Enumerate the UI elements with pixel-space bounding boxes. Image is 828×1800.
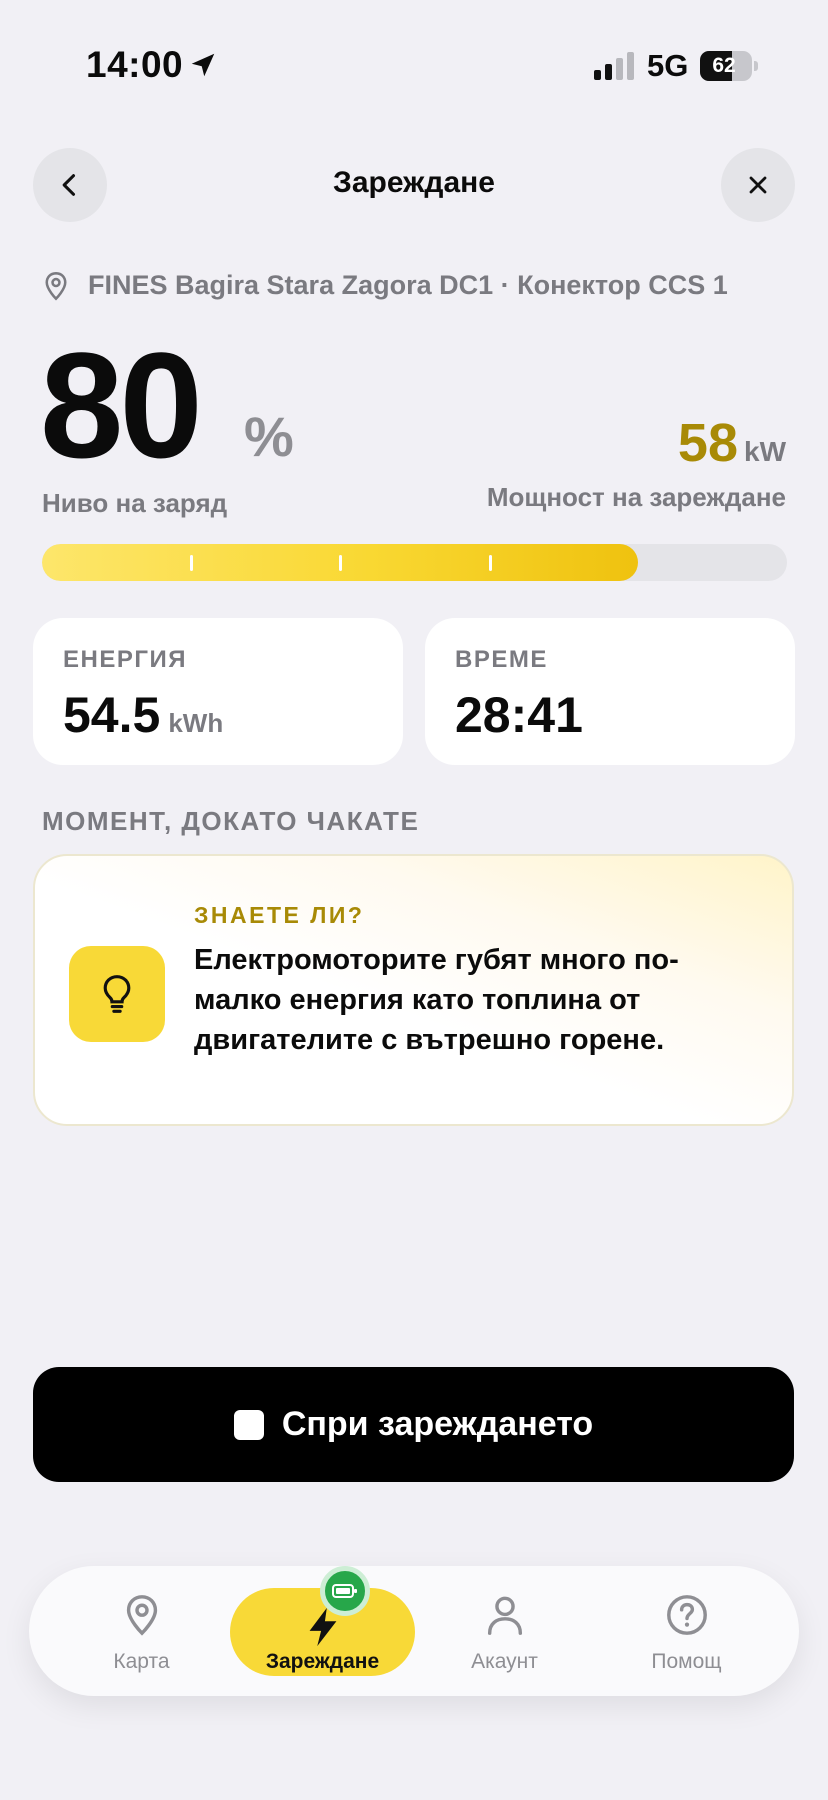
time-label: ВРЕМЕ [455,646,548,673]
tab-help-label: Помощ [651,1650,722,1673]
status-bar: 14:00 5G 62 [0,0,828,130]
energy-label: ЕНЕРГИЯ [63,646,187,673]
section-title: МОМЕНТ, ДОКАТО ЧАКАТЕ [42,806,420,836]
close-icon [749,176,767,194]
tip-card: ЗНАЕТЕ ЛИ? Електромоторите губят много п… [33,854,794,1126]
power-unit: kW [744,436,786,467]
tab-bar: Карта Зареждане Акаунт Помощ [29,1566,799,1696]
energy-card: ЕНЕРГИЯ 54.5 kWh [33,618,403,765]
charge-level-unit: % [244,405,294,468]
power-label: Мощност на зареждане [486,482,786,512]
tab-charging-label: Зареждане [265,1650,380,1673]
progress-tick [339,555,342,571]
time-card: ВРЕМЕ 28:41 [425,618,795,765]
charge-level-value: 80 [40,321,203,489]
tip-kicker: ЗНАЕТЕ ЛИ? [194,902,365,928]
energy-value: 54.5 [63,687,161,743]
lightbulb-icon [69,946,165,1042]
battery-icon: 62 [700,51,758,81]
energy-unit: kWh [168,708,224,738]
person-icon [487,1596,522,1635]
page-title: Зареждане [333,166,495,199]
tab-account-label: Акаунт [471,1650,538,1673]
progress-tick [190,555,193,571]
signal-icon [594,52,634,80]
close-button[interactable] [721,148,795,222]
map-pin-icon [45,271,67,300]
charge-progress-bar [42,544,787,581]
map-pin-icon [126,1595,157,1636]
tab-map[interactable]: Карта [49,1566,234,1696]
status-time: 14:00 [86,44,184,85]
charge-level-label: Ниво на заряд [42,488,228,518]
station-location: FINES Bagira Stara Zagora DC1 · Конектор… [42,270,728,301]
tab-account[interactable]: Акаунт [412,1566,597,1696]
stop-charging-label: Спри зареждането [281,1405,594,1443]
charging-power: 58 kW [678,412,786,474]
battery-percent: 62 [712,54,736,77]
power-value: 58 [677,413,738,473]
location-arrow-icon [191,53,215,77]
help-icon [666,1595,707,1635]
stop-icon [233,1409,264,1440]
tip-text: Електромоторите губят много по-малко ене… [194,944,679,1056]
stop-charging-button[interactable]: Спри зареждането [33,1367,794,1482]
location-text: FINES Bagira Stara Zagora DC1 · Конектор… [88,270,728,300]
tab-help[interactable]: Помощ [594,1566,779,1696]
progress-tick [489,555,492,571]
battery-status-badge [320,1566,370,1616]
network-label: 5G [647,48,689,83]
tab-map-label: Карта [113,1650,170,1673]
tab-charging[interactable]: Зареждане [230,1566,415,1696]
time-value: 28:41 [455,687,583,743]
